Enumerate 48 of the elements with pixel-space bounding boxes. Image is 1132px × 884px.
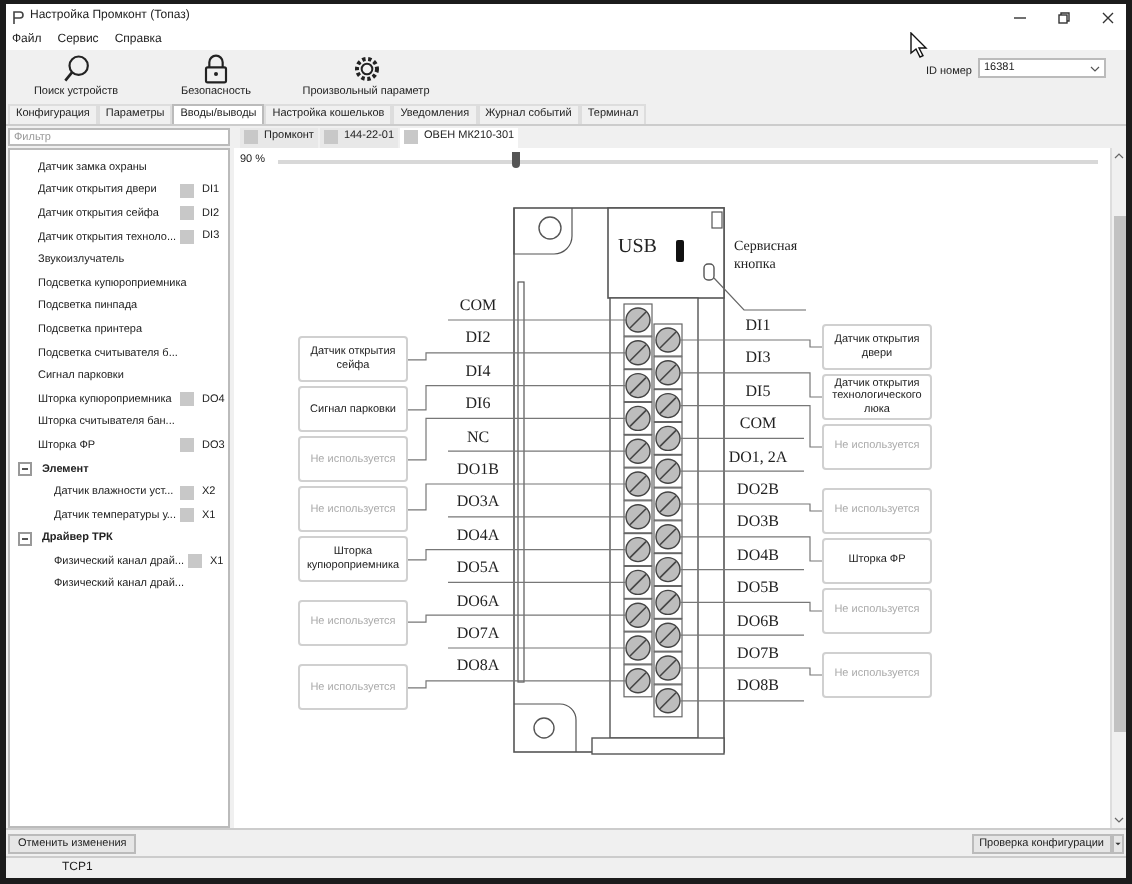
terminal-label: DO4A [454,527,502,544]
terminal-label: DO4B [735,547,781,564]
terminal-label: DO1, 2A [726,449,790,466]
collapse-icon[interactable] [18,531,32,546]
terminal-label: DI1 [743,318,773,334]
dropdown-icon [1090,65,1100,71]
dropdown-icon[interactable] [1112,833,1124,853]
terminal-label: DO6B [735,613,781,630]
terminal-label: DI6 [463,396,493,413]
terminal-label: COM [737,416,779,433]
maximize-icon[interactable] [1058,11,1070,23]
minimize-icon[interactable] [1014,11,1026,23]
terminal-label: DI4 [463,363,493,380]
terminal-label: DO7B [735,646,781,662]
slider-thumb[interactable] [511,151,520,167]
terminal-label: DI5 [743,383,773,400]
terminal-label: DO3B [735,514,781,531]
terminal-label: DO1B [455,462,501,478]
app-icon [12,10,24,24]
scrollbar[interactable] [1110,148,1126,828]
tag-swatch [180,206,194,221]
terminal-label: DO6A [454,593,502,610]
terminal-label: DO5B [735,580,781,597]
collapse-icon[interactable] [18,462,32,477]
terminal-label: DO5A [454,560,502,577]
terminal-label: DI3 [743,350,773,367]
lock-icon [204,54,228,84]
scroll-down-icon[interactable] [1114,816,1124,824]
terminal-label: DO7A [454,626,502,642]
tag-swatch [180,508,194,523]
terminal-label: DO3A [454,494,502,511]
terminal-label: DO2B [735,482,781,498]
terminal-label: NC [464,429,492,446]
terminal-label: DO8B [735,678,781,695]
tag-swatch [180,230,195,245]
tag-swatch [188,554,203,569]
scroll-up-icon[interactable] [1114,152,1124,160]
gear-icon [351,54,381,84]
usb-label: USB [618,238,657,258]
tag-swatch [180,183,194,198]
tag-swatch [180,392,194,407]
terminal-label: DO8A [454,658,502,675]
close-icon[interactable] [1102,11,1114,23]
tag-swatch [180,485,194,500]
terminal-label: COM [457,298,499,314]
terminal-label: DI2 [463,330,493,347]
tag-swatch [180,438,194,453]
search-icon [61,54,91,84]
